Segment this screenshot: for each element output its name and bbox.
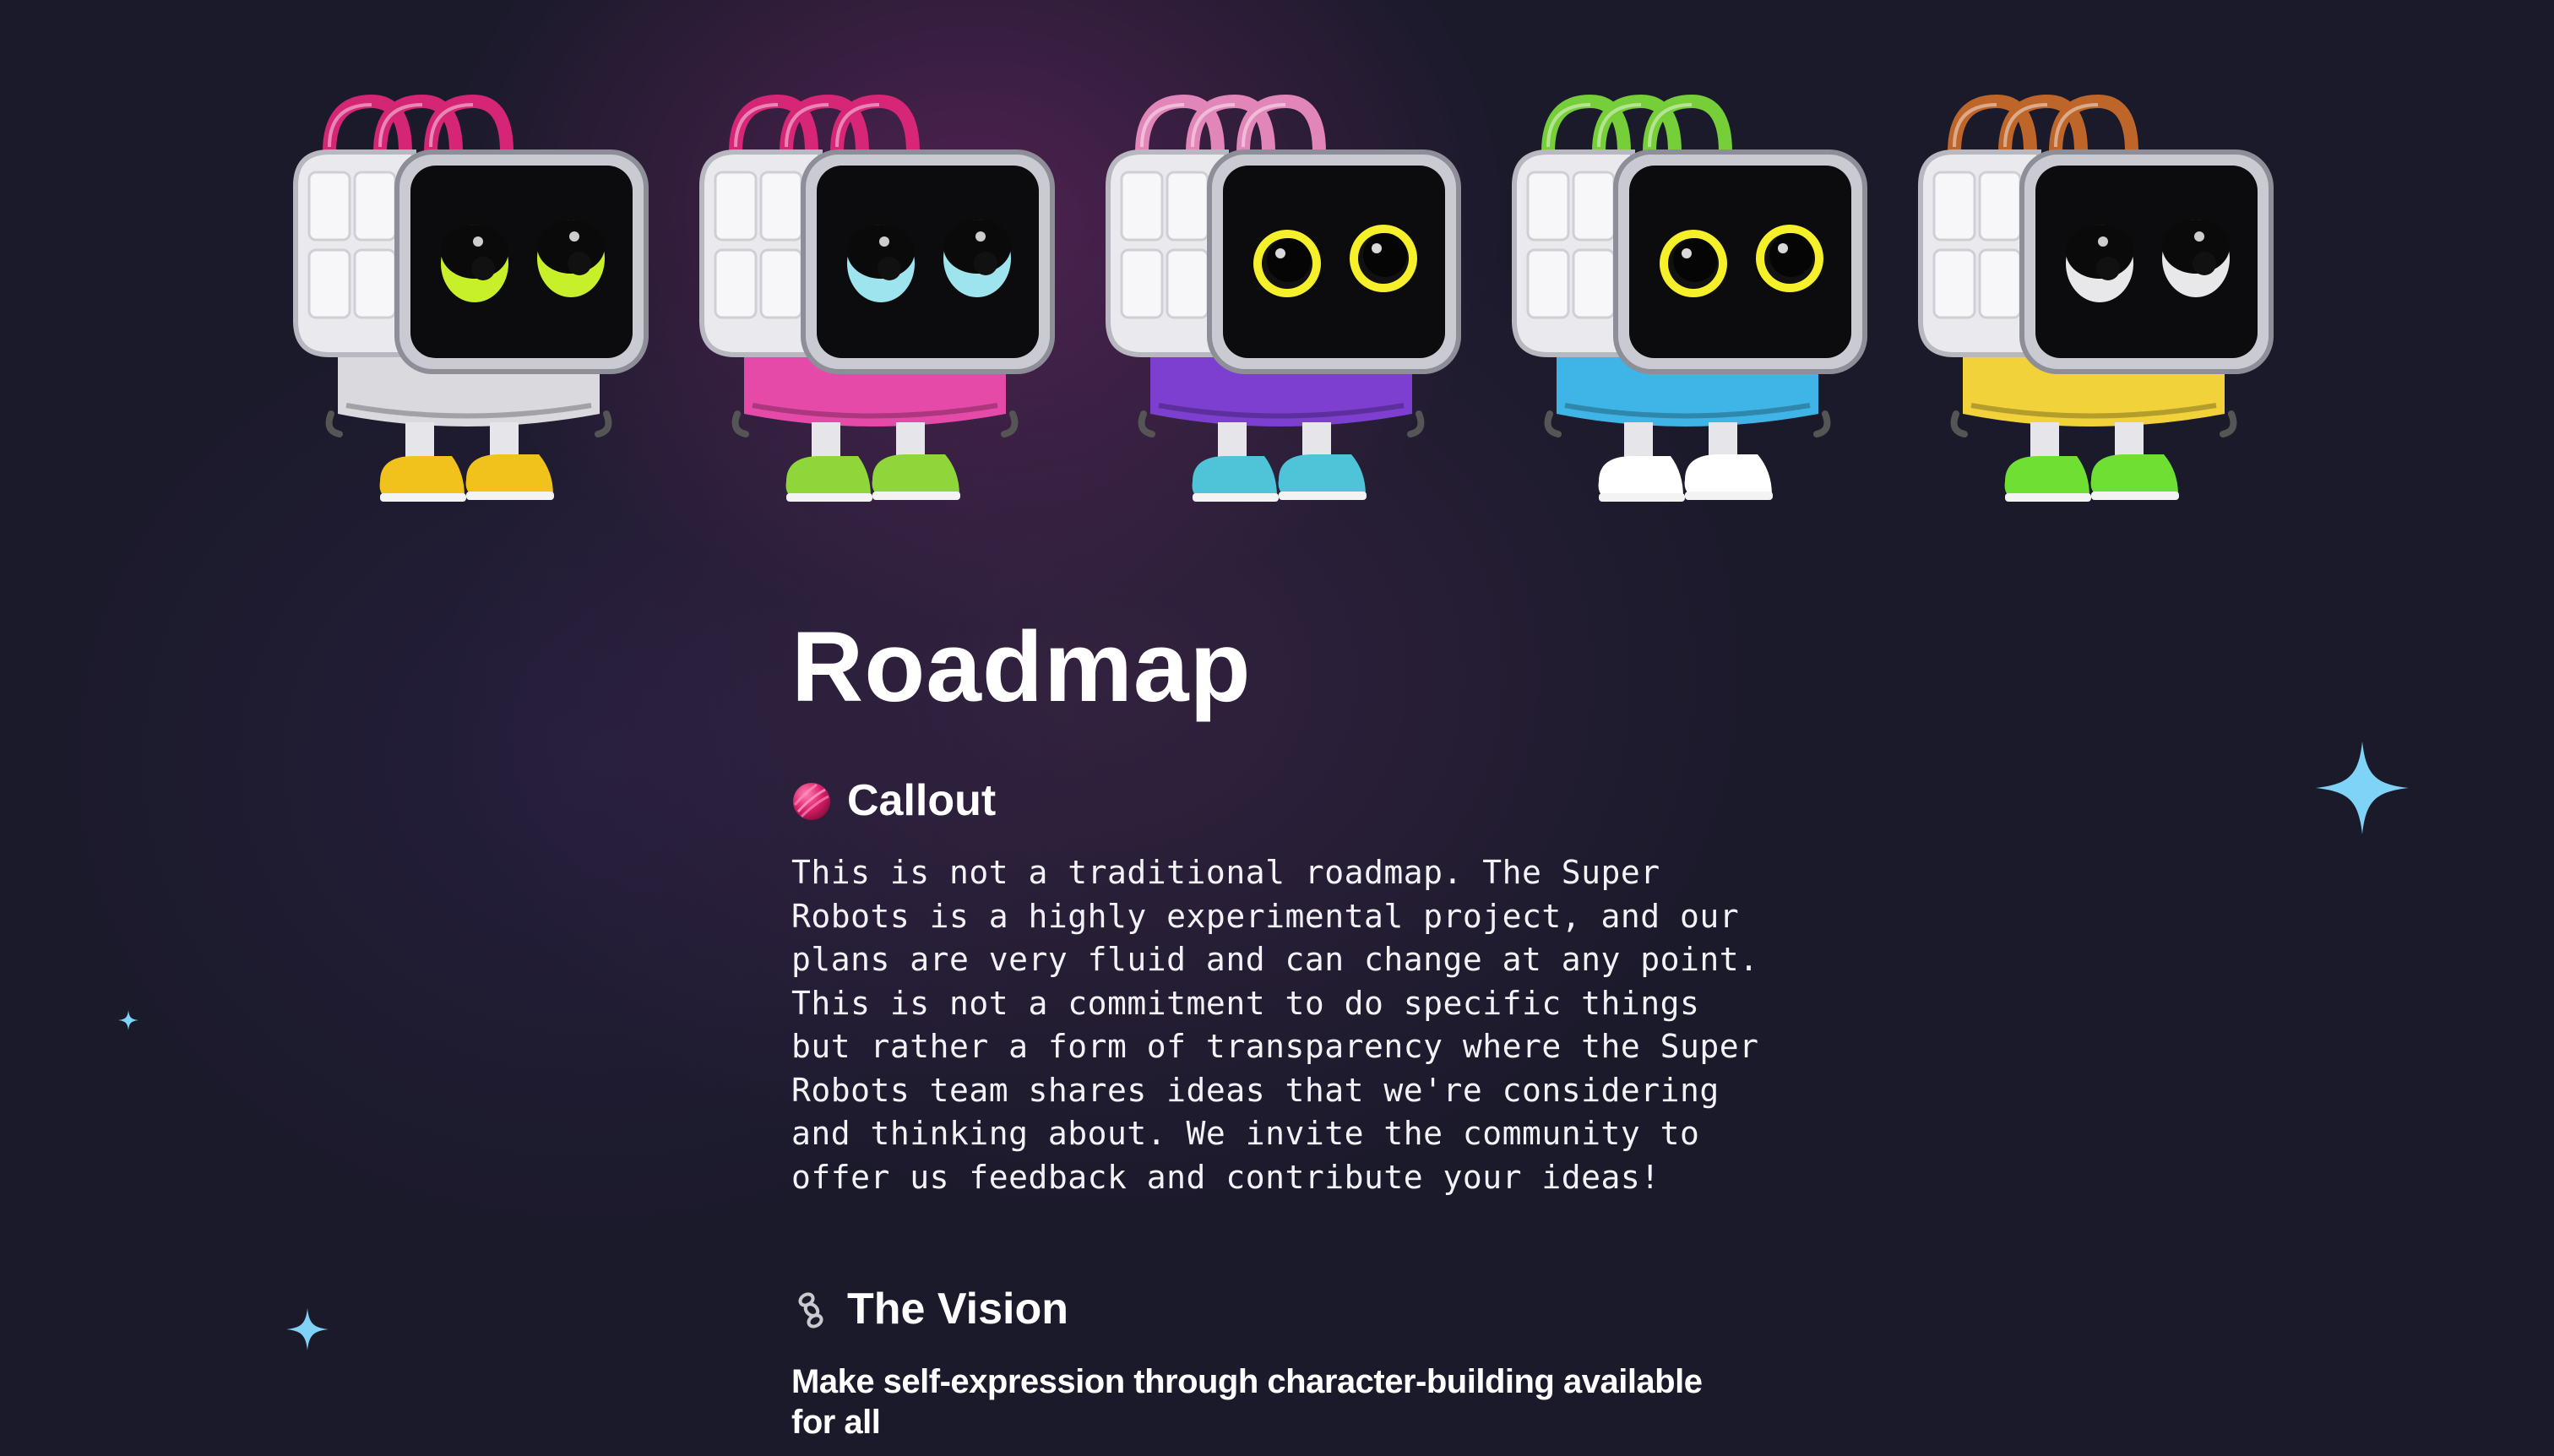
robot-white-eyes [1904, 84, 2275, 507]
callout-heading-label: Callout [847, 776, 997, 825]
sparkle-large-icon [2316, 742, 2409, 834]
robots-row [279, 84, 2289, 507]
sparkle-medium-icon [286, 1308, 329, 1350]
robot-green-eyes [279, 84, 650, 507]
pink-ball-icon [791, 780, 832, 821]
sparkle-small-icon [118, 1010, 139, 1030]
main-content: Roadmap Callout This is not a traditiona… [791, 608, 1805, 1442]
robot-blue-eyes [685, 84, 1057, 507]
vision-heading: The Vision [791, 1282, 1805, 1336]
vision-subheading: Make self-expression through character-b… [791, 1363, 1703, 1441]
vision-heading-label: The Vision [847, 1285, 1068, 1334]
robot-yellow-ring-eyes [1091, 84, 1463, 507]
chain-icon [791, 1289, 832, 1329]
callout-heading: Callout [791, 774, 1805, 828]
robot-yellow-ring-eyes-2 [1497, 84, 1869, 507]
callout-body: This is not a traditional roadmap. The S… [791, 854, 1759, 1196]
page-title: Roadmap [791, 611, 1252, 723]
